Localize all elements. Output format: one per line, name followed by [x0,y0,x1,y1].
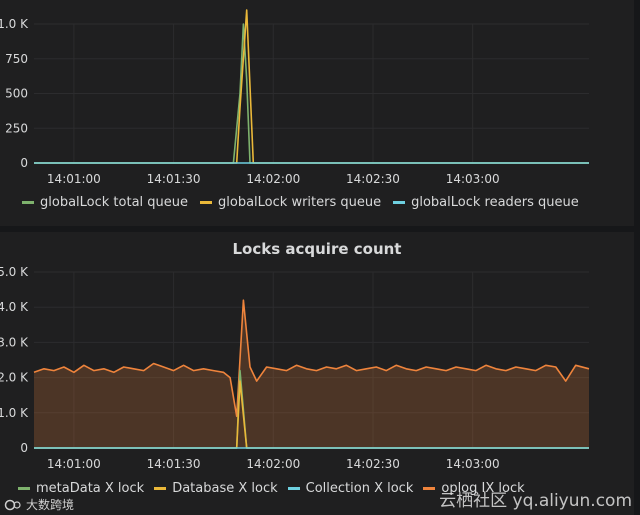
x-tick-label: 14:02:30 [346,457,400,471]
y-tick-label: 500 [5,87,28,101]
locks-acquire-count-chart[interactable]: 5.0 K 4.0 K 3.0 K 2.0 K 1.0 K 0 14:01:00 14:01:… [0,232,634,515]
legend-swatch [22,201,34,204]
legend-item-database-x-lock[interactable]: Database X lock [154,481,278,496]
legend-item-globallock-writers-queue[interactable]: globalLock writers queue [200,195,381,210]
y-tick-label: 2.0 K [0,371,29,385]
x-tick-label: 14:02:30 [346,172,400,186]
legend-swatch [154,487,167,490]
y-tick-label: 1.0 K [0,17,29,31]
left-watermark: 大数跨境 [4,496,74,513]
legend-label: Collection X lock [305,481,414,496]
legend-swatch [200,201,213,204]
y-tick-label: 5.0 K [0,265,29,279]
x-tick-label: 14:03:00 [446,457,500,471]
queue-legend: globalLock total queue globalLock writers… [22,195,579,210]
legend-item-collection-x-lock[interactable]: Collection X lock [287,481,414,496]
series-area-oplog-ix-lock [34,300,589,448]
legend-swatch [18,487,30,490]
y-tick-label: 0 [20,441,28,455]
x-tick-label: 14:01:30 [147,172,201,186]
legend-item-globallock-readers-queue[interactable]: globalLock readers queue [393,195,579,210]
left-watermark-text: 大数跨境 [26,498,75,512]
x-tick-label: 14:01:30 [147,457,201,471]
y-tick-label: 750 [5,52,28,66]
brand-logo-icon [4,499,21,510]
legend-label: Database X lock [172,481,278,496]
global-lock-queue-chart[interactable]: 1.0 K 750 500 250 0 14:01:00 14:01:30 14:02:00 1… [0,0,634,226]
legend-swatch [423,487,436,490]
y-tick-label: 250 [5,121,28,135]
legend-label: globalLock readers queue [411,195,579,210]
legend-label: metaData X lock [36,481,145,496]
x-tick-label: 14:01:00 [47,457,101,471]
x-tick-label: 14:01:00 [47,172,101,186]
y-tick-label: 3.0 K [0,335,29,349]
legend-item-metadata-x-lock[interactable]: metaData X lock [18,481,144,496]
legend-swatch [393,201,406,204]
legend-swatch [287,487,300,490]
global-lock-queue-panel: 1.0 K 750 500 250 0 14:01:00 14:01:30 14:02:00 1… [0,0,634,226]
y-tick-label: 1.0 K [0,406,29,420]
right-watermark: 云栖社区 yq.aliyun.com [439,491,632,511]
x-tick-label: 14:02:00 [246,172,300,186]
y-tick-label: 4.0 K [0,300,29,314]
x-tick-label: 14:03:00 [446,172,500,186]
legend-label: globalLock writers queue [218,195,382,210]
locks-acquire-count-panel: Locks acquire count 5.0 K 4.0 K 3.0 K 2.0 K… [0,232,634,515]
legend-item-globallock-total-queue[interactable]: globalLock total queue [22,195,188,210]
legend-label: globalLock total queue [40,195,189,210]
y-tick-label: 0 [20,156,28,170]
series-line-globallock-writers-queue[interactable] [34,9,589,164]
x-tick-label: 14:02:00 [246,457,300,471]
